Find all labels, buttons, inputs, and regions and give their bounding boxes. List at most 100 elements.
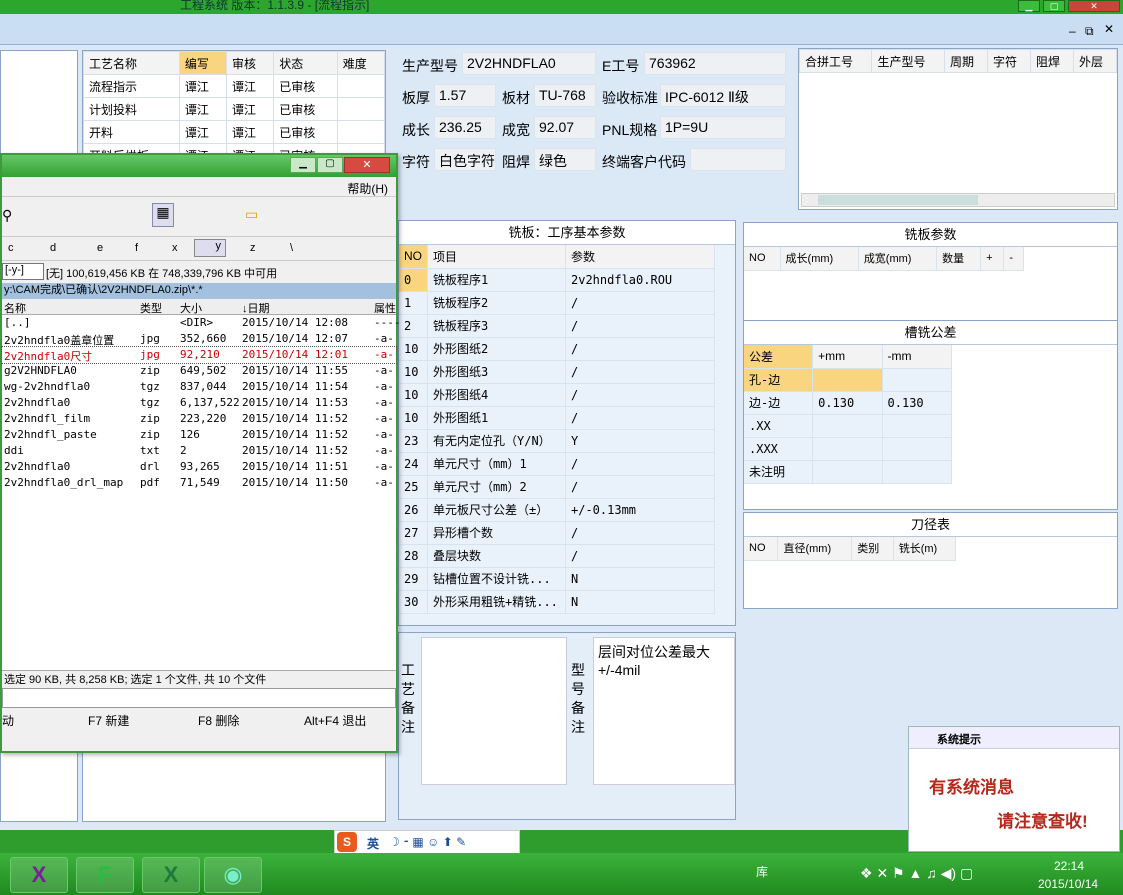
table-row[interactable]: 2 铣板程序3/ [399,314,715,338]
scroll-thumb[interactable] [818,195,978,205]
table-row[interactable]: 0 铣板程序1 2v2hndfla0.ROU [399,268,715,292]
binoculars-icon[interactable]: ⚲ [2,207,12,224]
clock-time[interactable]: 22:14 [1054,859,1084,873]
ime-tools-icon[interactable]: ☽ ⁃ ▦ ☺ ⬆ ✎ [389,835,466,849]
table-row[interactable]: 未注明 [744,460,953,484]
maximize-icon[interactable]: ▢ [1043,0,1065,12]
table-row[interactable]: 29 钻槽位置不设计铣... N [399,567,715,591]
mdi-restore-icon[interactable]: ⧉ [1085,24,1094,39]
table-row[interactable]: 28 叠层块数 / [399,544,715,568]
file-attr: -a- [374,444,394,457]
table-row[interactable]: 23 有无内定位孔（Y/N） Y [399,429,715,453]
mdi-minimize-icon[interactable]: – [1069,24,1076,38]
clock-date[interactable]: 2015/10/14 [1038,877,1098,891]
width-field[interactable]: 92.07 [534,116,596,139]
file-name: 2v2hndfla0盖章位置 [4,334,115,347]
file-date: 2015/10/14 12:08 [242,316,348,329]
drive-f[interactable]: f [135,242,138,254]
col-process-name[interactable]: 工艺名称 [83,51,180,75]
file-row[interactable]: 2v2hndfl_paste zip 126 2015/10/14 11:52 -a- [2,427,396,443]
file-row[interactable]: 2v2hndfl_film zip 223,220 2015/10/14 11:52 -… [2,411,396,427]
file-row[interactable]: ddi txt 2 2015/10/14 11:52 -a- [2,443,396,459]
fm-minimize-icon[interactable]: ▁ [290,157,316,173]
model-field[interactable]: 2V2HNDFLA0 [462,52,596,75]
char-field[interactable]: 白色字符 [434,148,496,171]
pnl-field[interactable]: 1P=9U [660,116,786,139]
path-bar[interactable]: y:\CAM完成\已确认\2V2HNDFLA0.zip\*.* [2,283,396,299]
file-attr: -a- [374,364,394,377]
app-f-icon[interactable]: F [76,857,134,893]
excel-icon[interactable]: X [142,857,200,893]
file-row[interactable]: [..] <DIR> 2015/10/14 12:08 ---- [2,315,401,331]
table-row[interactable]: 1 铣板程序2/ [399,291,715,315]
file-row[interactable]: 2v2hndfla0尺寸 jpg 92,210 2015/10/14 12:01 -a- [1,346,397,364]
file-list: [..] <DIR> 2015/10/14 12:08 ---- 2v2hndfla0盖… [1,315,401,670]
drive-e[interactable]: e [97,242,103,254]
table-row[interactable]: 孔-边 [744,368,953,392]
library-toolbar[interactable]: 库 [756,863,768,880]
file-row[interactable]: 2v2hndfla0 drl 93,265 2015/10/14 11:51 -a- [2,459,396,475]
table-row[interactable]: 30 外形采用粗铣+精铣... N [399,590,715,614]
drive-z[interactable]: z [250,242,256,254]
table-row[interactable]: 计划投料 谭江 谭江 已审核 [83,97,386,121]
app-x-icon[interactable]: X [10,857,68,893]
col-reviewer[interactable]: 审核 [226,51,275,75]
table-row[interactable]: 10 外形图纸1/ [399,406,715,430]
col-difficulty[interactable]: 难度 [336,51,386,75]
customer-field[interactable] [690,148,786,171]
file-size: 126 [180,428,200,441]
table-row[interactable]: 25 单元尺寸（mm）2/ [399,475,715,499]
table-row[interactable]: 10 外形图纸2/ [399,337,715,361]
ime-bar: S 英 ☽ ⁃ ▦ ☺ ⬆ ✎ [334,830,520,854]
folder-icon[interactable]: ▭ [245,206,258,223]
file-size: 649,502 [180,364,227,377]
thickness-field[interactable]: 1.57 [434,84,496,107]
model-remark-field[interactable]: 层间对位公差最大 +/-4mil [593,637,735,785]
command-line[interactable] [2,688,396,708]
table-row[interactable]: 24 单元尺寸（mm）1/ [399,452,715,476]
drive-select[interactable]: [-y-] [2,263,44,280]
close-icon[interactable]: ✕ [1068,0,1120,12]
file-attr: -a- [374,412,394,425]
fm-close-icon[interactable]: ✕ [344,157,390,173]
table-row[interactable]: 开料 谭江 谭江 已审核 [83,120,386,144]
calculator-icon[interactable]: ▦ [152,203,174,227]
drive-y[interactable]: y [194,239,226,257]
mdi-close-icon[interactable]: ✕ [1104,22,1114,36]
col-status[interactable]: 状态 [273,51,338,75]
table-row[interactable]: 边-边 0.130 0.130 [744,391,953,415]
file-row[interactable]: wg-2v2hndfla0 tgz 837,044 2015/10/14 11:54 -… [2,379,396,395]
table-row[interactable]: 10 外形图纸3/ [399,360,715,384]
drive-x[interactable]: x [172,242,178,254]
file-row[interactable]: 2v2hndfla0_drl_map pdf 71,549 2015/10/14 11… [2,475,396,491]
table-row[interactable]: .XX [744,414,953,438]
drive-d[interactable]: d [50,242,56,254]
file-row[interactable]: g2V2HNDFLA0 zip 649,502 2015/10/14 11:55 -a- [2,363,396,379]
menu-help[interactable]: 帮助(H) [347,180,388,197]
table-row[interactable]: .XXX [744,437,953,461]
mask-field[interactable]: 绿色 [534,148,596,171]
drive-c[interactable]: c [8,242,14,254]
file-row[interactable]: 2v2hndfla0 tgz 6,137,522 2015/10/14 11:53 -a… [2,395,396,411]
fm-maximize-icon[interactable]: ▢ [317,157,343,173]
process-remark-field[interactable] [421,637,567,785]
eno-field[interactable]: 763962 [644,52,786,75]
table-row[interactable]: 10 外形图纸4/ [399,383,715,407]
standard-field[interactable]: IPC-6012 Ⅱ级 [660,84,786,107]
table-row[interactable]: 流程指示 谭江 谭江 已审核 [83,74,386,98]
table-row[interactable]: 27 异形槽个数 / [399,521,715,545]
h-scrollbar[interactable] [801,193,1115,207]
app-eye-icon[interactable]: ◉ [204,857,262,893]
length-field[interactable]: 236.25 [434,116,496,139]
drive-network[interactable]: \ [290,242,293,254]
file-row[interactable]: 2v2hndfla0盖章位置 jpg 352,660 2015/10/14 12:07… [2,331,396,347]
table-row[interactable]: 26 单元板尺寸公差（±） +/-0.13mm [399,498,715,522]
col-writer[interactable]: 编写 [178,51,228,75]
minimize-icon[interactable]: ▁ [1018,0,1040,12]
file-date: 2015/10/14 11:54 [242,380,348,393]
tray-icons[interactable]: ❖ ✕ ⚑ ▲ ♫ ◀) ▢ [860,865,973,882]
material-field[interactable]: TU-768 [534,84,596,107]
notify-line2: 请注意查收! [997,812,1088,831]
ime-mode[interactable]: 英 [367,835,379,852]
sogou-icon[interactable]: S [337,832,357,852]
